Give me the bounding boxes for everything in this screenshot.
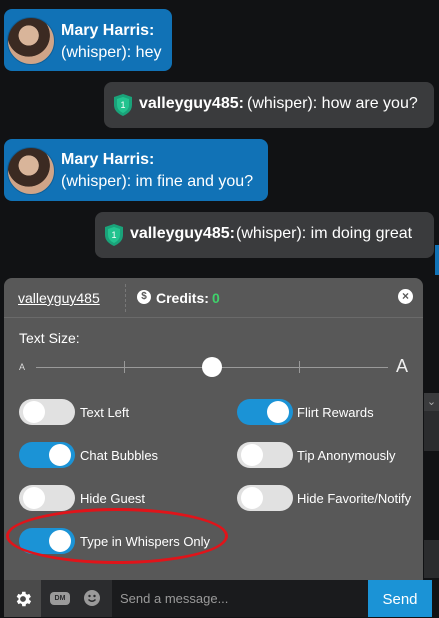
tip-anonymously-toggle[interactable] [237, 442, 293, 468]
toggle-label: Tip Anonymously [297, 448, 396, 463]
toggle-knob [49, 444, 71, 466]
level-badge-icon: 1 [105, 224, 123, 246]
message-bar: DM Send [4, 580, 432, 617]
svg-text:1: 1 [120, 100, 125, 110]
slider-tick [299, 361, 300, 373]
credits-label: Credits: [156, 290, 209, 306]
toggle-knob [23, 401, 45, 423]
avatar[interactable] [7, 147, 55, 195]
toggle-knob [241, 444, 263, 466]
toggle-label: Text Left [80, 405, 130, 420]
toggle-label: Hide Favorite/Notify [297, 491, 412, 506]
toggle-label: Chat Bubbles [80, 448, 159, 463]
settings-button[interactable] [4, 580, 41, 617]
credits-value: 0 [212, 290, 220, 306]
message-sender[interactable]: Mary Harris: [61, 151, 154, 169]
message-sender[interactable]: valleyguy485: [139, 95, 244, 113]
message-input-wrapper [112, 580, 368, 617]
smiley-face-icon [88, 594, 96, 602]
text-size-label: Text Size: [19, 330, 80, 346]
toggle-label: Flirt Rewards [297, 405, 374, 420]
chat-message: Mary Harris: (whisper): im fine and you? [4, 139, 268, 201]
scroll-edge [435, 245, 439, 275]
dm-icon[interactable]: DM [50, 592, 70, 605]
highlight-circle [6, 508, 228, 564]
hide-guest-toggle[interactable] [19, 485, 75, 511]
emoji-icon[interactable] [84, 590, 100, 606]
message-sender[interactable]: valleyguy485: [130, 225, 235, 243]
chat-bubbles-toggle[interactable] [19, 442, 75, 468]
chat-message: 1 valleyguy485: (whisper): how are you? [104, 82, 434, 128]
flirt-rewards-toggle[interactable] [237, 399, 293, 425]
message-text: (whisper): im fine and you? [61, 173, 254, 190]
svg-text:1: 1 [111, 230, 116, 240]
chat-message: Mary Harris: (whisper): hey [4, 9, 172, 71]
close-icon[interactable]: × [398, 289, 413, 304]
dollar-icon: $ [137, 290, 151, 304]
text-size-large-label: A [396, 356, 409, 376]
side-strip [424, 411, 439, 451]
divider [125, 284, 127, 312]
side-strip [424, 540, 439, 578]
chat-message: 1 valleyguy485: (whisper): im doing grea… [95, 212, 434, 258]
panel-header: valleyguy485 $ Credits: 0 × [4, 278, 423, 318]
gear-icon [16, 591, 32, 607]
slider-tick [124, 361, 125, 373]
toggle-knob [23, 487, 45, 509]
toggle-label: Hide Guest [80, 491, 146, 506]
message-text: (whisper): hey [61, 44, 162, 61]
chat-log: Mary Harris: (whisper): hey 1 valleyguy4… [0, 0, 439, 290]
username-link[interactable]: valleyguy485 [18, 290, 100, 306]
avatar[interactable] [7, 17, 55, 65]
toggle-knob [267, 401, 289, 423]
chevron-down-icon[interactable]: ⌄ [424, 393, 439, 411]
message-input[interactable] [112, 580, 368, 617]
hide-favorite-notify-toggle[interactable] [237, 485, 293, 511]
toggle-knob [241, 487, 263, 509]
level-badge-icon: 1 [114, 94, 132, 116]
text-size-slider-handle[interactable] [202, 357, 222, 377]
message-sender[interactable]: Mary Harris: [61, 22, 154, 40]
text-size-small-label: A [19, 362, 26, 372]
message-text: (whisper): how are you? [247, 95, 418, 112]
message-text: (whisper): im doing great [236, 225, 413, 242]
send-button[interactable]: Send [368, 580, 432, 617]
text-left-toggle[interactable] [19, 399, 75, 425]
